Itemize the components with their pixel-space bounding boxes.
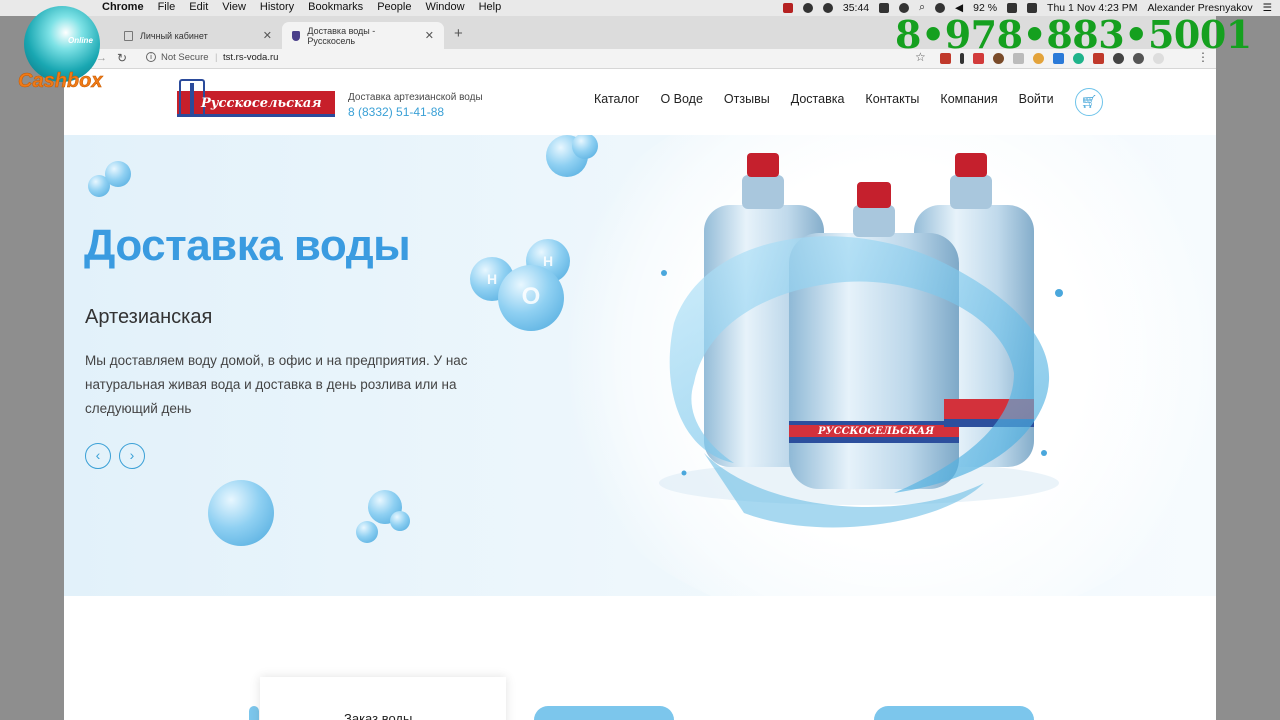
list-icon[interactable]: ☰: [1263, 2, 1272, 14]
menu-window[interactable]: Window: [425, 1, 464, 13]
display-icon[interactable]: [879, 2, 890, 13]
siri-icon[interactable]: [935, 2, 946, 13]
promo-phone-overlay: 8•978•883•5001: [895, 12, 1252, 57]
site-header: Русскосельская Доставка артезианской вод…: [64, 70, 1216, 135]
order-card[interactable]: Заказ воды: [260, 677, 506, 720]
site-tagline: Доставка артезианской воды: [348, 92, 483, 103]
hero-subtitle: Артезианская: [85, 306, 213, 328]
splash-decoration: [874, 706, 1034, 720]
tab-cabinet[interactable]: Личный кабинет ✕: [114, 22, 282, 49]
logo-text: Русскосельская: [201, 96, 322, 111]
battery-icon[interactable]: [1007, 2, 1018, 13]
security-label[interactable]: Not Secure: [161, 52, 209, 63]
address-separator: |: [215, 52, 218, 63]
menu-edit[interactable]: Edit: [189, 1, 208, 13]
browser-window: Личный кабинет ✕ Доставка воды - Русскос…: [64, 16, 1216, 720]
tab-delivery[interactable]: Доставка воды - Русскосель ✕: [282, 22, 444, 49]
timer-value: 35:44: [842, 1, 870, 14]
bottle-label-text: РУССКОСЕЛЬСКАЯ: [817, 426, 935, 437]
menu-file[interactable]: File: [158, 1, 176, 13]
menu-bookmarks[interactable]: Bookmarks: [308, 1, 363, 13]
order-card-title: Заказ воды: [344, 711, 413, 720]
timer-icon[interactable]: [822, 2, 833, 13]
bubble-decoration: [356, 521, 378, 543]
main-nav: Каталог О Воде Отзывы Доставка Контакты …: [594, 92, 1054, 106]
menu-help[interactable]: Help: [479, 1, 502, 13]
water-bottles-image: РУССКОСЕЛЬСКАЯ: [659, 153, 1063, 528]
new-tab-button[interactable]: +: [454, 25, 463, 42]
nav-reviews[interactable]: Отзывы: [724, 92, 770, 106]
address-bar[interactable]: tst.rs-voda.ru: [223, 52, 278, 63]
splash-decoration: [249, 706, 259, 720]
nav-catalog[interactable]: Каталог: [594, 92, 639, 106]
web-page: Русскосельская Доставка артезианской вод…: [64, 70, 1216, 720]
menu-view[interactable]: View: [222, 1, 246, 13]
input-source-icon[interactable]: [1027, 2, 1038, 13]
bluetooth-icon[interactable]: [802, 2, 813, 13]
app-menus: Chrome File Edit View History Bookmarks …: [102, 1, 501, 13]
bubble-decoration: [105, 161, 131, 187]
cashbox-badge: Online: [68, 36, 93, 45]
page-icon: [124, 30, 133, 41]
nav-contacts[interactable]: Контакты: [865, 92, 919, 106]
molecule-oxygen-label: O: [521, 283, 541, 310]
cashbox-watermark: Online Cashbox: [18, 6, 110, 96]
tab-title: Доставка воды - Русскосель: [307, 25, 376, 46]
close-icon[interactable]: ✕: [425, 29, 434, 42]
chevron-left-icon: ‹: [95, 447, 101, 463]
bubble-decoration: [208, 480, 274, 546]
nav-about-water[interactable]: О Воде: [660, 92, 702, 106]
tab-title: Личный кабинет: [140, 30, 208, 41]
cashbox-brand: Cashbox: [18, 70, 103, 93]
site-phone[interactable]: 8 (8332) 51-41-88: [348, 105, 444, 119]
menu-people[interactable]: People: [377, 1, 411, 13]
record-icon[interactable]: [782, 2, 793, 13]
info-icon[interactable]: i: [146, 52, 156, 62]
chevron-right-icon: ›: [129, 447, 135, 463]
reload-icon[interactable]: ↻: [117, 51, 127, 65]
slider-prev-button[interactable]: ‹: [85, 443, 111, 469]
nav-company[interactable]: Компания: [940, 92, 997, 106]
shield-icon: [292, 30, 301, 41]
order-section: Заказ воды: [64, 596, 1216, 720]
cart-button[interactable]: 🛒︎: [1075, 88, 1103, 116]
bubble-decoration: [572, 135, 598, 159]
nav-delivery[interactable]: Доставка: [791, 92, 845, 106]
wifi-icon[interactable]: [899, 2, 910, 13]
splash-decoration: [534, 706, 674, 720]
hero-description: Мы доставляем воду домой, в офис и на пр…: [85, 353, 468, 416]
hero-title: Доставка воды: [84, 221, 411, 270]
nav-login[interactable]: Войти: [1019, 92, 1054, 106]
cart-icon: 🛒︎: [1080, 94, 1098, 109]
menu-history[interactable]: History: [260, 1, 294, 13]
bubble-decoration: [390, 511, 410, 531]
hero-section: H H O Доставка воды Артезианская Мы дост…: [64, 135, 1216, 596]
site-logo[interactable]: Русскосельская: [177, 79, 335, 119]
slider-next-button[interactable]: ›: [119, 443, 145, 469]
close-icon[interactable]: ✕: [263, 29, 272, 42]
